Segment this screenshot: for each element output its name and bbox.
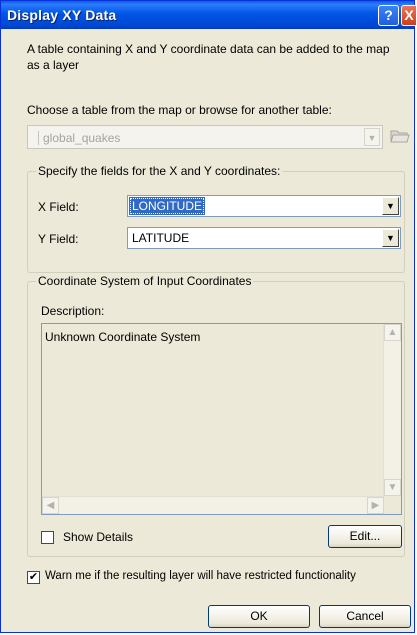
table-select-combo[interactable]: global_quakes ▼ bbox=[27, 125, 383, 149]
y-field-value: LATITUDE bbox=[132, 231, 190, 245]
description-box[interactable]: Unknown Coordinate System ▲ ▼ ◀ ▶ bbox=[41, 323, 402, 515]
close-icon: X bbox=[404, 7, 414, 23]
open-folder-icon bbox=[390, 130, 410, 143]
vertical-scrollbar[interactable]: ▲ ▼ bbox=[383, 324, 401, 496]
scroll-down-icon[interactable]: ▼ bbox=[384, 479, 401, 496]
table-select-label: Choose a table from the map or browse fo… bbox=[27, 103, 332, 117]
close-button[interactable]: X bbox=[401, 5, 416, 26]
scroll-up-icon[interactable]: ▲ bbox=[384, 324, 401, 341]
help-icon: ? bbox=[384, 7, 393, 23]
warn-label: Warn me if the resulting layer will have… bbox=[45, 570, 356, 582]
chevron-down-icon[interactable]: ▼ bbox=[382, 197, 399, 215]
xy-fields-group: Specify the fields for the X and Y coord… bbox=[27, 164, 405, 273]
description-text: Unknown Coordinate System bbox=[45, 330, 201, 344]
chevron-down-icon[interactable]: ▼ bbox=[382, 229, 399, 247]
table-select-value: global_quakes bbox=[38, 131, 120, 145]
y-field-select[interactable]: LATITUDE ▼ bbox=[127, 227, 401, 249]
edit-button[interactable]: Edit... bbox=[328, 525, 402, 548]
show-details-checkbox[interactable] bbox=[41, 531, 54, 544]
xy-fields-legend: Specify the fields for the X and Y coord… bbox=[36, 164, 283, 178]
chevron-down-icon[interactable]: ▼ bbox=[364, 128, 380, 146]
title-bar: Display XY Data ? X bbox=[1, 1, 416, 29]
display-xy-data-dialog: Display XY Data ? X A table containing X… bbox=[0, 0, 416, 633]
description-label: Description: bbox=[41, 304, 105, 318]
coordinate-system-legend: Coordinate System of Input Coordinates bbox=[36, 274, 254, 288]
warn-checkbox[interactable]: ✔ bbox=[27, 571, 40, 584]
help-button[interactable]: ? bbox=[378, 5, 399, 26]
horizontal-scrollbar[interactable]: ◀ ▶ bbox=[42, 496, 384, 514]
checkmark-icon: ✔ bbox=[28, 571, 39, 583]
scroll-right-icon[interactable]: ▶ bbox=[367, 497, 384, 514]
intro-text: A table containing X and Y coordinate da… bbox=[27, 42, 390, 72]
ok-button[interactable]: OK bbox=[208, 605, 310, 628]
x-field-select[interactable]: LONGITUDE ▼ bbox=[127, 195, 401, 217]
x-field-value: LONGITUDE bbox=[129, 197, 206, 215]
x-field-label: X Field: bbox=[38, 200, 79, 214]
cancel-button[interactable]: Cancel bbox=[319, 605, 411, 628]
scroll-left-icon[interactable]: ◀ bbox=[42, 497, 59, 514]
window-title: Display XY Data bbox=[7, 7, 117, 23]
y-field-label: Y Field: bbox=[38, 232, 79, 246]
browse-button[interactable] bbox=[387, 123, 413, 149]
show-details-label: Show Details bbox=[63, 530, 134, 544]
